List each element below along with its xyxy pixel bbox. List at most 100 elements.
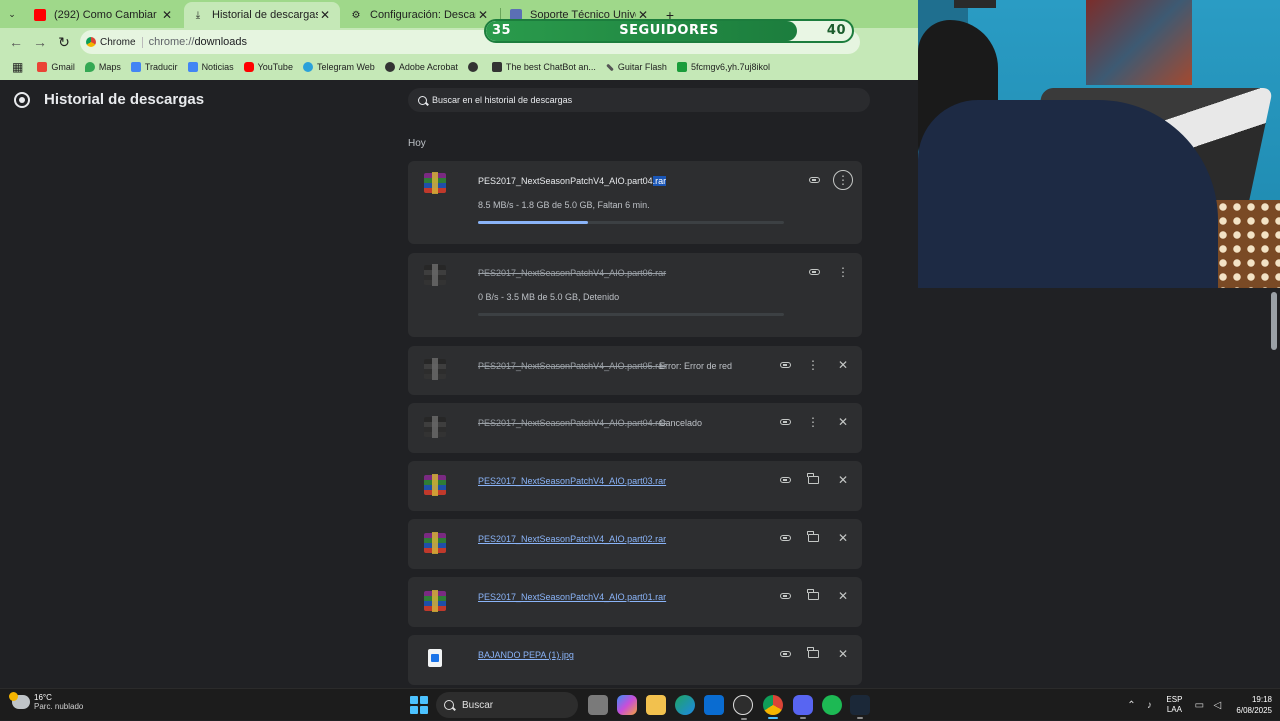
copy-link-button[interactable] [775,355,795,375]
downloads-search-input[interactable]: Buscar en el historial de descargas [408,88,870,112]
outlook-icon[interactable] [704,695,724,715]
more-actions-button[interactable]: ⋮ [833,170,853,190]
bookmark-translate[interactable]: Traducir [130,62,178,72]
show-in-folder-button[interactable] [803,586,823,606]
more-actions-button[interactable]: ⋮ [803,412,823,432]
chevron-up-icon[interactable]: ⌃ [1126,700,1136,711]
bookmark-label: Traducir [144,62,178,72]
task-view-icon[interactable] [588,695,608,715]
more-vert-icon: ⋮ [807,358,819,372]
copy-link-button[interactable] [804,262,824,282]
download-item: PES2017_NextSeasonPatchV4_AIO.part04.rar… [408,161,862,244]
link-icon [779,362,791,368]
copilot-icon[interactable] [617,695,637,715]
copy-link-button[interactable] [804,170,824,190]
close-icon: ✕ [837,415,849,429]
remove-button[interactable]: ✕ [833,355,853,375]
bookmark-youtube[interactable]: YouTube [243,62,293,72]
site-info-chip[interactable]: Chrome [86,36,143,48]
show-in-folder-button[interactable] [803,528,823,548]
chrome-logo-icon [14,92,30,108]
reload-icon[interactable]: ↻ [56,34,72,50]
download-icon: ⤓ [195,9,201,21]
more-actions-button[interactable]: ⋮ [833,262,853,282]
clock-time: 19:18 [1251,695,1272,704]
edge-icon[interactable] [675,695,695,715]
discord-icon[interactable] [793,695,813,719]
download-filename-link[interactable]: PES2017_NextSeasonPatchV4_AIO.part01.rar [478,592,666,602]
weather-partly-cloudy-icon [9,692,30,709]
taskbar-search[interactable]: Buscar [436,692,578,718]
remove-button[interactable]: ✕ [833,470,853,490]
download-status: 8.5 MB/s - 1.8 GB de 5.0 GB, Faltan 6 mi… [478,200,650,210]
globe-icon [467,62,478,72]
tab-title: (292) Como Cambiar la Ubicaci [54,9,160,21]
download-status: Error: Error de red [659,361,733,371]
chatbot-icon [491,62,502,72]
bookmark-telegram[interactable]: Telegram Web [302,62,375,72]
network-icon[interactable]: ▭ [1194,700,1204,711]
download-filename[interactable]: PES2017_NextSeasonPatchV4_AIO.part04.rar [478,176,667,186]
bookmark-gmail[interactable]: Gmail [37,62,75,72]
tab-title: Configuración: Descargas [370,9,476,21]
close-icon[interactable]: ✕ [160,8,174,22]
copy-link-button[interactable] [775,412,795,432]
bookmark-acrobat[interactable]: Adobe Acrobat [384,62,458,72]
show-in-folder-button[interactable] [803,470,823,490]
weather-widget[interactable]: 16°C Parc. nublado [9,692,84,711]
download-status: 0 B/s - 3.5 MB de 5.0 GB, Detenido [478,292,620,302]
youtube-icon [34,9,46,21]
more-actions-button[interactable]: ⋮ [803,355,823,375]
link-icon [779,651,791,657]
remove-button[interactable]: ✕ [833,528,853,548]
remove-button[interactable]: ✕ [833,412,853,432]
volume-icon[interactable]: ◁ [1212,700,1222,711]
download-filename-link[interactable]: PES2017_NextSeasonPatchV4_AIO.part02.rar [478,534,666,544]
copy-link-button[interactable] [775,528,795,548]
tab-search-button[interactable]: ⌄ [2,6,22,22]
webcam-feed [918,0,1280,288]
copy-link-button[interactable] [775,586,795,606]
close-icon[interactable]: ✕ [476,8,490,22]
show-in-folder-button[interactable] [803,644,823,664]
winrar-file-icon [424,172,446,194]
bookmark-guitar-flash[interactable]: Guitar Flash [606,62,667,72]
chrome-icon[interactable] [763,695,783,719]
tab-youtube[interactable]: (292) Como Cambiar la Ubicaci ✕ [26,2,182,28]
close-icon[interactable]: ✕ [318,8,332,22]
language-indicator[interactable]: ESP LAA [1166,695,1182,715]
forward-icon[interactable]: → [32,34,48,50]
bookmark-chatbot[interactable]: The best ChatBot an... [491,62,596,72]
obs-icon[interactable] [733,695,753,720]
start-button[interactable] [410,696,428,714]
bookmark-news[interactable]: Noticias [187,62,234,72]
bookmark-unnamed[interactable] [467,62,482,72]
windows-logo-tile [420,696,428,704]
search-placeholder: Buscar en el historial de descargas [432,95,573,105]
weather-description: Parc. nublado [34,702,84,711]
copy-link-button[interactable] [775,644,795,664]
progress-fill [478,221,589,224]
folder-icon [807,589,819,600]
bookmark-maps[interactable]: Maps [84,62,121,72]
copy-link-button[interactable] [775,470,795,490]
download-filename-link[interactable]: BAJANDO PEPA (1).jpg [478,650,574,660]
tab-settings[interactable]: ⚙ Configuración: Descargas ✕ [342,2,498,28]
winrar-file-icon [424,416,446,438]
remove-button[interactable]: ✕ [833,644,853,664]
tab-downloads[interactable]: ⤓ Historial de descargas ✕ [184,2,340,28]
steam-icon[interactable] [850,695,870,719]
apps-grid-icon[interactable]: ▦ [12,60,23,74]
link-icon [808,269,820,275]
download-filename-link[interactable]: PES2017_NextSeasonPatchV4_AIO.part03.rar [478,476,666,486]
spotify-icon[interactable] [822,695,842,715]
search-icon [418,95,427,105]
link-icon [779,477,791,483]
clock[interactable]: 19:18 6/08/2025 [1236,694,1272,716]
microphone-icon[interactable]: ♪ [1144,700,1154,711]
file-explorer-icon[interactable] [646,695,666,715]
remove-button[interactable]: ✕ [833,586,853,606]
back-icon[interactable]: ← [8,34,24,50]
bookmark-custom[interactable]: 5fcmgv6,yh.7uj8ikol [676,62,770,72]
page-scrollbar[interactable] [1271,292,1277,350]
